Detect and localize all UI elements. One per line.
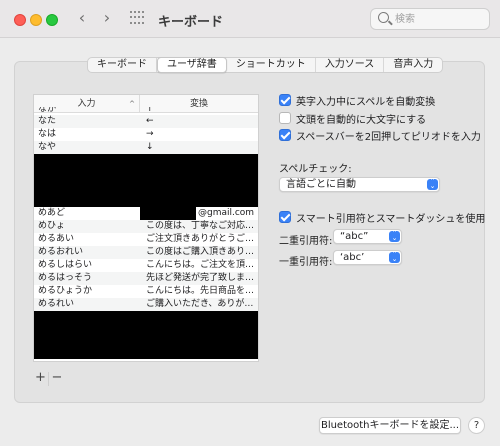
redacted-region: [34, 154, 258, 207]
remove-entry-button[interactable]: −: [49, 371, 65, 386]
redacted-region: [34, 311, 258, 359]
single-quote-label: 一重引用符:: [279, 257, 333, 268]
tab-shortcuts[interactable]: ショートカット: [227, 58, 316, 72]
setup-bluetooth-keyboard-button[interactable]: Bluetoothキーボードを設定...: [319, 417, 461, 434]
double-space-period-option[interactable]: スペースバーを2回押してピリオドを入力: [279, 128, 481, 143]
table-row[interactable]: なや ↓: [34, 141, 258, 154]
zoom-window-button[interactable]: [46, 14, 58, 26]
show-all-grid-icon[interactable]: [130, 11, 144, 25]
tab-bar: キーボード ユーザ辞書 ショートカット 入力ソース 音声入力: [87, 57, 444, 73]
minimize-window-button[interactable]: [30, 14, 42, 26]
table-row[interactable]: めるあい ご注文頂きありがとうご…: [34, 233, 258, 246]
double-quote-label: 二重引用符:: [279, 236, 333, 247]
tab-input-sources[interactable]: 入力ソース: [316, 58, 385, 72]
auto-capitalize-option[interactable]: 文頭を自動的に大文字にする: [279, 111, 427, 126]
keyboard-preferences-window: ‹ › キーボード キーボード ユーザ辞書 ショートカット 入力ソース 音声入力…: [0, 0, 500, 446]
auto-spell-label: 英字入力中にスペルを自動変換: [296, 96, 436, 108]
title-bar: ‹ › キーボード: [0, 0, 500, 38]
table-rows: なか ↑ なた ← なは → なや ↓ めあど @gmail.com めひょ こ…: [34, 107, 258, 359]
window-title: キーボード: [158, 15, 224, 30]
single-quote-select[interactable]: ‘abc’ ⌃ ⌄: [333, 250, 402, 265]
forward-button[interactable]: ›: [97, 8, 117, 28]
checkbox-checked-icon[interactable]: [279, 94, 291, 106]
search-input[interactable]: [395, 12, 485, 26]
close-window-button[interactable]: [14, 14, 26, 26]
table-row[interactable]: なか ↑: [34, 107, 258, 115]
chevron-up-down-icon: ⌃ ⌄: [389, 230, 400, 242]
help-button[interactable]: ?: [468, 417, 485, 434]
tab-dictation[interactable]: 音声入力: [384, 58, 442, 72]
chevron-up-down-icon: ⌃ ⌄: [427, 178, 438, 190]
redacted-region: [140, 207, 196, 220]
smart-quotes-option[interactable]: スマート引用符とスマートダッシュを使用: [279, 210, 486, 225]
checkbox-unchecked-icon[interactable]: [279, 112, 291, 124]
user-dictionary-table[interactable]: 入力 ^ 変換 なか ↑ なた ← なは → なや ↓ めあど @gmail.c…: [33, 94, 259, 362]
search-field[interactable]: [370, 8, 490, 30]
auto-spell-option[interactable]: 英字入力中にスペルを自動変換: [279, 93, 436, 108]
table-row[interactable]: めるひょうか こんにちは。先日商品を…: [34, 285, 258, 298]
search-icon: [378, 12, 389, 23]
add-remove-controls: + −: [33, 371, 65, 386]
smart-quotes-label: スマート引用符とスマートダッシュを使用: [296, 213, 486, 225]
add-entry-button[interactable]: +: [33, 371, 49, 386]
auto-capitalize-label: 文頭を自動的に大文字にする: [296, 114, 427, 126]
chevron-up-down-icon: ⌃ ⌄: [389, 251, 400, 263]
table-row[interactable]: めひょ この度は、丁寧なご対応…: [34, 220, 258, 233]
tab-user-dictionary[interactable]: ユーザ辞書: [157, 57, 227, 73]
checkbox-checked-icon[interactable]: [279, 129, 291, 141]
table-row[interactable]: めるれい ご購入いただき、ありが…: [34, 298, 258, 311]
table-row[interactable]: めるはっそう 先ほど発送が完了致しま…: [34, 272, 258, 285]
back-button[interactable]: ‹: [72, 8, 92, 28]
table-row[interactable]: めあど @gmail.com: [34, 207, 258, 220]
checkbox-checked-icon[interactable]: [279, 211, 291, 223]
table-row[interactable]: めるおれい この度はご購入頂きあり…: [34, 246, 258, 259]
table-row[interactable]: なは →: [34, 128, 258, 141]
double-space-period-label: スペースバーを2回押してピリオドを入力: [296, 131, 481, 143]
spell-check-select[interactable]: 言語ごとに自動 ⌃ ⌄: [279, 177, 440, 192]
tab-keyboard[interactable]: キーボード: [88, 58, 157, 72]
table-row[interactable]: なた ←: [34, 115, 258, 128]
spell-check-label: スペルチェック:: [279, 164, 352, 175]
table-row[interactable]: めるしはらい こんにちは。ご注文を頂…: [34, 259, 258, 272]
double-quote-select[interactable]: “abc” ⌃ ⌄: [333, 229, 402, 244]
